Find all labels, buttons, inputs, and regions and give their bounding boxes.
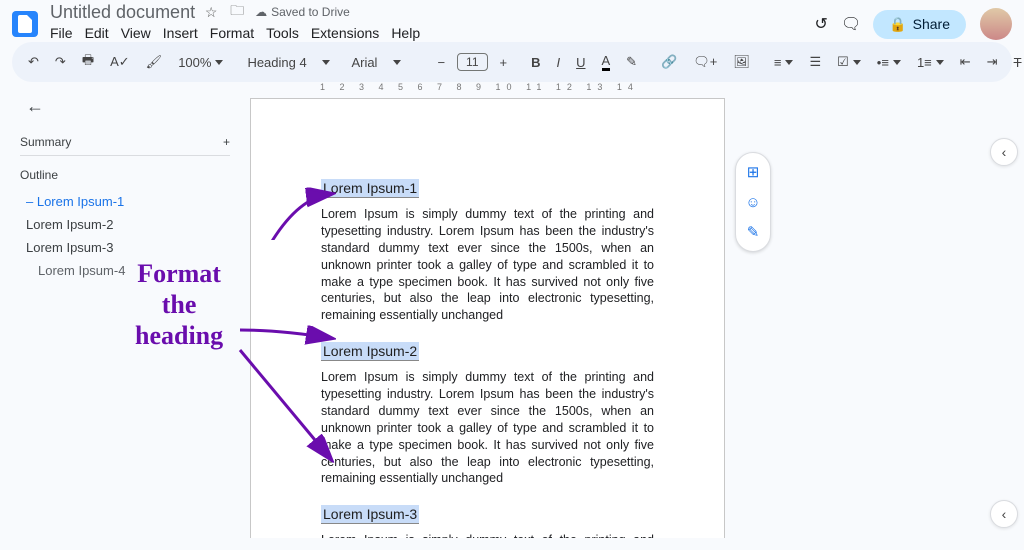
doc-paragraph[interactable]: Lorem Ipsum is simply dummy text of the …	[321, 206, 654, 324]
underline-button[interactable]: U	[572, 51, 589, 74]
move-icon[interactable]: 🗀	[229, 4, 245, 20]
menu-tools[interactable]: Tools	[266, 25, 299, 41]
outline-item-3[interactable]: Lorem Ipsum-3	[20, 236, 230, 259]
menu-view[interactable]: View	[121, 25, 151, 41]
doc-paragraph[interactable]: Lorem Ipsum is simply dummy text of the …	[321, 532, 654, 538]
history-icon[interactable]: ↺	[813, 16, 829, 32]
summary-label: Summary	[20, 135, 71, 149]
floating-comment-toolbar: ⊞ ☺ ✎	[735, 152, 771, 252]
doc-heading-2[interactable]: Lorem Ipsum-2	[321, 342, 419, 361]
indent-increase-button[interactable]: ⇥	[983, 50, 1002, 74]
line-spacing-button[interactable]: ☰	[805, 50, 825, 74]
font-dropdown[interactable]: Arial	[347, 51, 417, 74]
outline-item-4[interactable]: Lorem Ipsum-4	[20, 259, 230, 282]
fontsize-input[interactable]: 11	[457, 53, 487, 71]
comments-icon[interactable]: 🗨	[843, 16, 859, 32]
toolbar: ↶ ↷ 🖶 A✓ 🖌 100% Heading 4 Arial − 11 + B…	[12, 42, 1012, 82]
ruler[interactable]: 1 2 3 4 5 6 7 8 9 10 11 12 13 14	[250, 82, 1024, 98]
doc-paragraph[interactable]: Lorem Ipsum is simply dummy text of the …	[321, 369, 654, 487]
menu-insert[interactable]: Insert	[163, 25, 198, 41]
numbered-list-button[interactable]: 1≡	[913, 51, 948, 74]
checklist-button[interactable]: ☑	[833, 50, 865, 74]
menu-file[interactable]: File	[50, 25, 73, 41]
doc-heading-1[interactable]: Lorem Ipsum-1	[321, 179, 419, 198]
link-button[interactable]: 🔗	[657, 50, 681, 74]
undo-button[interactable]: ↶	[24, 50, 43, 74]
emoji-react-icon[interactable]: ☺	[740, 189, 766, 215]
lock-icon: 🔒	[889, 16, 906, 33]
share-button[interactable]: 🔒 Share	[873, 10, 966, 39]
add-comment-button[interactable]: 🗨+	[689, 50, 721, 74]
doc-heading-3[interactable]: Lorem Ipsum-3	[321, 505, 419, 524]
menu-extensions[interactable]: Extensions	[311, 25, 379, 41]
zoom-dropdown[interactable]: 100%	[174, 51, 227, 74]
align-button[interactable]: ≡	[770, 51, 798, 74]
add-summary-button[interactable]: +	[223, 135, 230, 149]
outline-item-1[interactable]: Lorem Ipsum-1	[20, 190, 230, 213]
add-comment-icon[interactable]: ⊞	[740, 159, 766, 185]
bold-button[interactable]: B	[527, 51, 544, 74]
style-dropdown[interactable]: Heading 4	[243, 51, 331, 74]
image-button[interactable]: 🖼	[729, 50, 754, 74]
indent-decrease-button[interactable]: ⇤	[956, 50, 975, 74]
menu-format[interactable]: Format	[210, 25, 254, 41]
cloud-saved-status[interactable]: ☁ Saved to Drive	[255, 4, 350, 20]
avatar[interactable]	[980, 8, 1012, 40]
docs-logo[interactable]	[12, 11, 38, 37]
menu-help[interactable]: Help	[391, 25, 420, 41]
outline-sidebar: ← Summary + Outline Lorem Ipsum-1 Lorem …	[0, 82, 250, 538]
menu-bar: File Edit View Insert Format Tools Exten…	[50, 23, 813, 47]
document-page[interactable]: Lorem Ipsum-1 Lorem Ipsum is simply dumm…	[250, 98, 725, 538]
star-icon[interactable]: ☆	[203, 4, 219, 20]
highlight-button[interactable]: ✎	[622, 50, 641, 74]
explore-button[interactable]: ‹	[990, 500, 1018, 528]
fontsize-increase[interactable]: +	[496, 51, 512, 74]
print-button[interactable]: 🖶	[78, 47, 98, 77]
italic-button[interactable]: I	[552, 51, 564, 74]
redo-button[interactable]: ↷	[51, 50, 70, 74]
outline-label: Outline	[20, 168, 230, 182]
menu-edit[interactable]: Edit	[85, 25, 109, 41]
fontsize-decrease[interactable]: −	[433, 51, 449, 74]
suggest-edit-icon[interactable]: ✎	[740, 219, 766, 245]
title-bar: Untitled document ☆ 🗀 ☁ Saved to Drive F…	[0, 0, 1024, 42]
spellcheck-button[interactable]: A✓	[106, 50, 134, 74]
document-title[interactable]: Untitled document	[50, 2, 195, 23]
outline-item-2[interactable]: Lorem Ipsum-2	[20, 213, 230, 236]
back-arrow-icon[interactable]: ←	[20, 92, 230, 121]
clear-format-button[interactable]: T	[1010, 51, 1024, 74]
bulleted-list-button[interactable]: •≡	[873, 51, 905, 74]
paint-format-button[interactable]: 🖌	[142, 50, 167, 74]
text-color-button[interactable]: A	[598, 49, 615, 75]
side-panel-toggle[interactable]: ‹	[990, 138, 1018, 166]
